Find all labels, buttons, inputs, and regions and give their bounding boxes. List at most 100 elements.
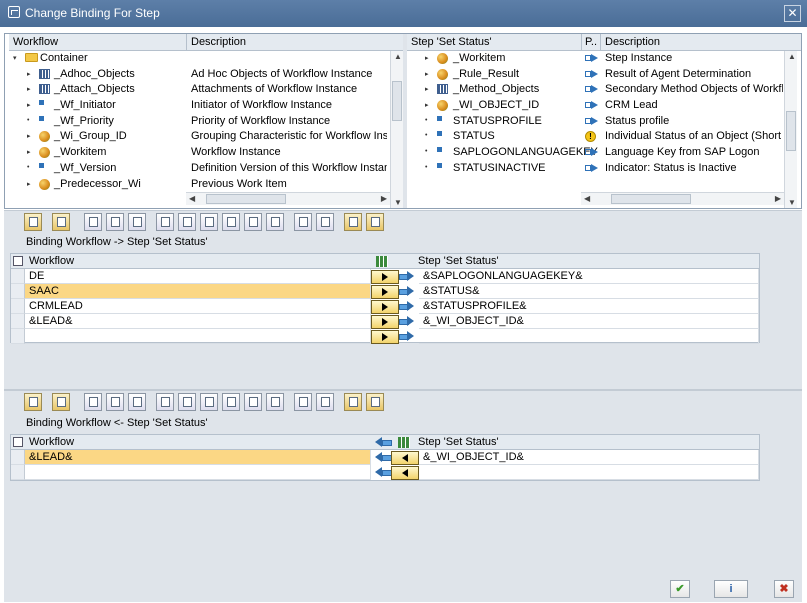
tree-node[interactable]: • _Wf_Version Definition Version of this W… xyxy=(9,161,403,177)
tree-node[interactable]: ▸ _Wi_Group_ID Grouping Characteristic for… xyxy=(9,129,403,145)
grid-settings-icon[interactable] xyxy=(13,437,23,447)
workflow-expression-cell[interactable]: &LEAD& xyxy=(25,314,371,329)
bullet-icon[interactable]: • xyxy=(425,148,427,155)
binding-direction-button[interactable] xyxy=(371,270,399,284)
binding-direction-button[interactable] xyxy=(371,315,399,329)
binding-mode-icon[interactable] xyxy=(376,256,388,267)
delete-button[interactable] xyxy=(52,393,70,411)
p-column-header[interactable]: P.. xyxy=(585,36,597,48)
workflow-expression-cell[interactable]: DE xyxy=(25,269,371,284)
binding-mode-icon[interactable] xyxy=(398,437,410,448)
step-description-column-header[interactable]: Description xyxy=(605,36,660,48)
bullet-icon[interactable]: • xyxy=(27,164,29,171)
step-column-header[interactable]: Step 'Set Status' xyxy=(418,255,499,267)
step-tree-vscroll[interactable]: ▲ ▼ xyxy=(784,51,797,208)
expand-arrow-icon[interactable]: ▸ xyxy=(27,85,31,93)
row-selector[interactable] xyxy=(11,269,25,284)
row-selector[interactable] xyxy=(11,284,25,299)
row-selector[interactable] xyxy=(11,465,25,480)
binding-direction-button[interactable] xyxy=(371,300,399,314)
add-button[interactable] xyxy=(24,213,42,231)
step-expression-cell[interactable]: &STATUSPROFILE& xyxy=(419,299,759,314)
binding-direction-button[interactable] xyxy=(371,285,399,299)
new-row-button[interactable] xyxy=(156,213,174,231)
tree-node[interactable]: ▸ _WI_OBJECT_ID CRM Lead xyxy=(407,98,801,114)
append-row-button[interactable] xyxy=(200,213,218,231)
tree-node[interactable]: ▸ _Wf_Initiator Initiator of Workflow Inst… xyxy=(9,98,403,114)
workflow-column-header[interactable]: Workflow xyxy=(13,36,58,48)
tree-node[interactable]: ▸ _Attach_Objects Attachments of Workflow … xyxy=(9,82,403,98)
workflow-expression-cell[interactable]: &LEAD& xyxy=(25,450,371,465)
workflow-expression-cell[interactable] xyxy=(25,329,371,344)
bullet-icon[interactable]: • xyxy=(425,117,427,124)
row-selector[interactable] xyxy=(11,299,25,314)
step-expression-cell[interactable] xyxy=(419,465,759,480)
expand-arrow-icon[interactable]: ▸ xyxy=(27,180,31,188)
bullet-icon[interactable]: • xyxy=(425,132,427,139)
tree-node[interactable]: • STATUSPROFILE Status profile xyxy=(407,114,801,130)
step-expression-cell[interactable]: &_WI_OBJECT_ID& xyxy=(419,450,759,465)
tree-node[interactable]: ▸ _Workitem Workflow Instance xyxy=(9,145,403,161)
tree-node[interactable]: • STATUS! Individual Status of an Object (… xyxy=(407,129,801,145)
paste-button[interactable] xyxy=(128,393,146,411)
expand-arrow-icon[interactable]: ▸ xyxy=(27,132,31,140)
cut-button[interactable] xyxy=(106,213,124,231)
find-button[interactable] xyxy=(294,393,312,411)
workflow-expression-cell[interactable]: SAAC xyxy=(25,284,371,299)
workflow-expression-cell[interactable]: CRMLEAD xyxy=(25,299,371,314)
bullet-icon[interactable]: • xyxy=(425,164,427,171)
description-column-header[interactable]: Description xyxy=(191,36,246,48)
print-button[interactable] xyxy=(344,213,362,231)
undo-button[interactable] xyxy=(244,213,262,231)
delete-row-button[interactable] xyxy=(222,393,240,411)
export-button[interactable] xyxy=(366,393,384,411)
tree-node[interactable]: ▸ _Adhoc_Objects Ad Hoc Objects of Workflo… xyxy=(9,67,403,83)
new-row-button[interactable] xyxy=(156,393,174,411)
workflow-column-header[interactable]: Workflow xyxy=(29,436,74,448)
expand-arrow-icon[interactable]: ▸ xyxy=(27,70,31,78)
tree-node[interactable]: ▸ _Workitem Step Instance xyxy=(407,51,801,67)
bullet-icon[interactable]: • xyxy=(27,117,29,124)
step-column-header[interactable]: Step 'Set Status' xyxy=(411,36,492,48)
tree-node[interactable]: ▾ Container xyxy=(9,51,403,67)
row-selector[interactable] xyxy=(11,450,25,465)
find-next-button[interactable] xyxy=(316,393,334,411)
grid-settings-icon[interactable] xyxy=(13,256,23,266)
workflow-column-header[interactable]: Workflow xyxy=(29,255,74,267)
step-expression-cell[interactable]: &SAPLOGONLANGUAGEKEY& xyxy=(419,269,759,284)
redo-button[interactable] xyxy=(266,393,284,411)
tree-node[interactable]: ▸ _Method_Objects Secondary Method Objects… xyxy=(407,82,801,98)
tree-node[interactable]: ▸ _Rule_Result Result of Agent Determinati… xyxy=(407,67,801,83)
binding-direction-button[interactable] xyxy=(391,466,419,480)
undo-button[interactable] xyxy=(244,393,262,411)
tree-node[interactable]: • SAPLOGONLANGUAGEKEY Language Key from SA… xyxy=(407,145,801,161)
delete-button[interactable] xyxy=(52,213,70,231)
expand-arrow-icon[interactable]: ▸ xyxy=(425,54,429,62)
workflow-tree-hscroll[interactable]: ◀ ▶ xyxy=(186,192,390,205)
delete-row-button[interactable] xyxy=(222,213,240,231)
step-expression-cell[interactable] xyxy=(419,329,759,344)
binding-direction-button[interactable] xyxy=(391,451,419,465)
export-button[interactable] xyxy=(366,213,384,231)
cut-button[interactable] xyxy=(106,393,124,411)
workflow-expression-cell[interactable] xyxy=(25,465,371,480)
info-button[interactable]: i xyxy=(714,580,748,598)
step-tree-hscroll[interactable]: ◀ ▶ xyxy=(581,192,784,205)
cancel-button[interactable]: ✖ xyxy=(774,580,794,598)
add-button[interactable] xyxy=(24,393,42,411)
expand-arrow-icon[interactable]: ▾ xyxy=(13,54,17,62)
insert-row-button[interactable] xyxy=(178,213,196,231)
append-row-button[interactable] xyxy=(200,393,218,411)
step-expression-cell[interactable]: &_WI_OBJECT_ID& xyxy=(419,314,759,329)
insert-row-button[interactable] xyxy=(178,393,196,411)
ok-button[interactable]: ✔ xyxy=(670,580,690,598)
expand-arrow-icon[interactable]: ▸ xyxy=(425,85,429,93)
tree-node[interactable]: ▸ _Predecessor_Wi Previous Work Item xyxy=(9,177,403,193)
find-button[interactable] xyxy=(294,213,312,231)
step-expression-cell[interactable]: &STATUS& xyxy=(419,284,759,299)
find-next-button[interactable] xyxy=(316,213,334,231)
tree-node[interactable]: • STATUSINACTIVE Indicator: Status is Inac… xyxy=(407,161,801,177)
copy-button[interactable] xyxy=(84,393,102,411)
row-selector[interactable] xyxy=(11,314,25,329)
tree-node[interactable]: • _Wf_Priority Priority of Workflow Instan… xyxy=(9,114,403,130)
